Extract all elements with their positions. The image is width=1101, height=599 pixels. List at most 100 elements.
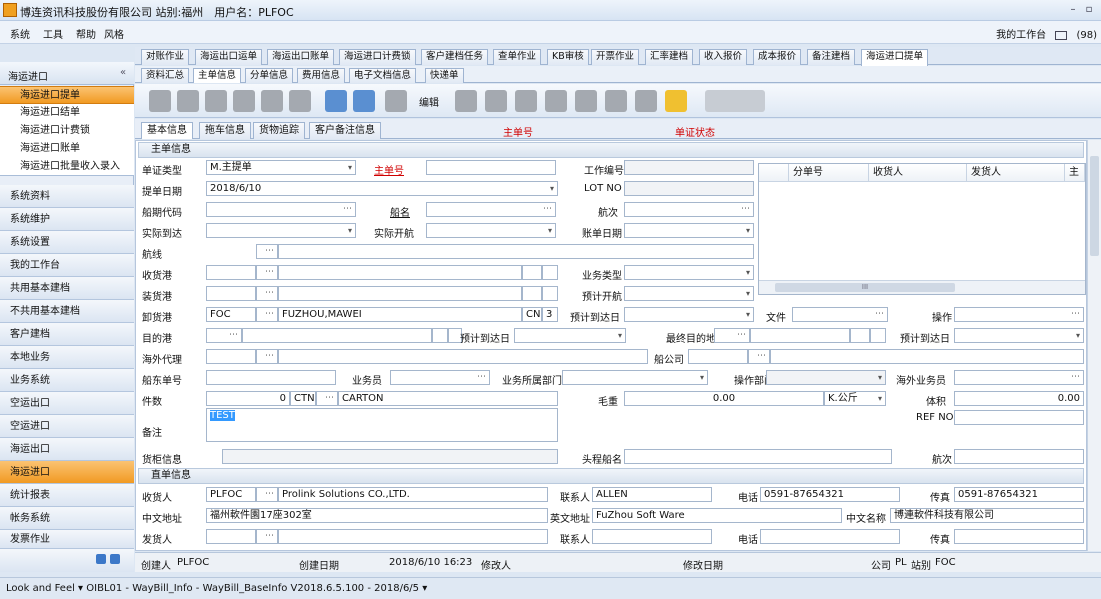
tab-remarks[interactable]: 客户备注信息 bbox=[309, 122, 381, 139]
op-dept-select[interactable] bbox=[766, 370, 886, 385]
tab-doc-6[interactable]: KB审核 bbox=[547, 49, 589, 65]
tab-summary[interactable]: 资料汇总 bbox=[141, 68, 190, 83]
receiver-lookup[interactable] bbox=[256, 487, 278, 502]
weight-unit-select[interactable]: K.公斤 bbox=[824, 391, 886, 406]
discharge-port-lookup[interactable] bbox=[256, 307, 278, 322]
sidebar-cat-6[interactable]: 客户建档 bbox=[0, 323, 134, 346]
load-port-code[interactable] bbox=[206, 286, 256, 301]
search-icon[interactable] bbox=[289, 90, 311, 112]
grid3-icon[interactable] bbox=[545, 90, 567, 112]
shipper-code[interactable] bbox=[206, 529, 256, 544]
overseas-agent-code[interactable] bbox=[206, 349, 256, 364]
ship-code-input[interactable] bbox=[206, 202, 356, 217]
sidebar-cat-0[interactable]: 系统资料 bbox=[0, 185, 134, 208]
receive-port-country-no[interactable] bbox=[542, 265, 558, 280]
final-eta-input[interactable] bbox=[954, 328, 1084, 343]
sidebar-subitem-bill[interactable]: 海运进口账单 bbox=[0, 140, 134, 158]
tab-doc-1[interactable]: 海运出口运单 bbox=[195, 49, 263, 65]
fax2-input[interactable] bbox=[954, 529, 1084, 544]
minimize-button[interactable]: – bbox=[1066, 2, 1080, 18]
tab-doc-12[interactable]: 海运进口提单 bbox=[861, 49, 929, 66]
voyage-input[interactable] bbox=[624, 202, 754, 217]
tab-house[interactable]: 分单信息 bbox=[245, 68, 294, 83]
sidebar-subitem-batch[interactable]: 海运进口批量收入录入 bbox=[0, 158, 134, 176]
sidebar-subitem-lock[interactable]: 海运进口计费锁 bbox=[0, 122, 134, 140]
sidebar-cat-7[interactable]: 本地业务 bbox=[0, 346, 134, 369]
sidebar-cat-8[interactable]: 业务系统 bbox=[0, 369, 134, 392]
mail-icon[interactable] bbox=[1055, 30, 1068, 40]
add-icon[interactable] bbox=[149, 90, 171, 112]
sidebar-cat-5[interactable]: 不共用基本建档 bbox=[0, 300, 134, 323]
sidebar-cat-15[interactable]: 发票作业 bbox=[0, 530, 134, 549]
load-port-country[interactable] bbox=[522, 286, 542, 301]
eta-input[interactable] bbox=[624, 307, 754, 322]
list-icon[interactable] bbox=[635, 90, 657, 112]
final-dest-country[interactable] bbox=[850, 328, 870, 343]
ship-east-no-input[interactable] bbox=[206, 370, 336, 385]
sidebar-subitem-bl[interactable]: 海运进口提单 bbox=[0, 86, 134, 104]
tab-doc-4[interactable]: 客户建档任务 bbox=[421, 49, 489, 65]
collapse-icon[interactable]: « bbox=[120, 67, 126, 78]
carrier-name[interactable] bbox=[770, 349, 1084, 364]
menu-help[interactable]: 帮助 bbox=[76, 26, 96, 41]
fax-input[interactable]: 0591-87654321 bbox=[954, 487, 1084, 502]
first-vessel-input[interactable] bbox=[624, 449, 892, 464]
final-dest-name[interactable] bbox=[750, 328, 850, 343]
biz-type-select[interactable] bbox=[624, 265, 754, 280]
receive-port-name[interactable] bbox=[278, 265, 522, 280]
overseas-agent-name[interactable] bbox=[278, 349, 648, 364]
tab-master[interactable]: 主单信息 bbox=[193, 68, 242, 83]
print-icon[interactable] bbox=[385, 90, 407, 112]
actual-arrive-input[interactable] bbox=[206, 223, 356, 238]
discharge-port-name[interactable]: FUZHOU,MAWEI bbox=[278, 307, 522, 322]
phone-input[interactable]: 0591-87654321 bbox=[760, 487, 900, 502]
nav-arrows-icon[interactable] bbox=[705, 90, 765, 112]
tab-doc-2[interactable]: 海运出口账单 bbox=[267, 49, 335, 65]
container-input[interactable] bbox=[222, 449, 558, 464]
final-dest-country-no[interactable] bbox=[870, 328, 886, 343]
vertical-scrollbar[interactable] bbox=[1087, 140, 1101, 551]
grid-header-main[interactable]: 主 bbox=[1065, 164, 1085, 182]
sidebar-subitem-close[interactable]: 海运进口结单 bbox=[0, 104, 134, 122]
trash2-icon[interactable] bbox=[605, 90, 627, 112]
pieces-input[interactable]: 0 bbox=[206, 391, 290, 406]
doc3-icon[interactable] bbox=[261, 90, 283, 112]
tab-doc-7[interactable]: 开票作业 bbox=[591, 49, 640, 65]
overseas-agent-lookup[interactable] bbox=[256, 349, 278, 364]
tab-basic[interactable]: 基本信息 bbox=[141, 122, 193, 139]
doc2-icon[interactable] bbox=[233, 90, 255, 112]
menu-system[interactable]: 系统 bbox=[10, 26, 30, 41]
dest-eta-input[interactable] bbox=[514, 328, 626, 343]
tab-doc-10[interactable]: 成本报价 bbox=[753, 49, 802, 65]
contact-input[interactable]: ALLEN bbox=[592, 487, 712, 502]
shipper-name[interactable] bbox=[278, 529, 548, 544]
first-voyage-input[interactable] bbox=[954, 449, 1084, 464]
remark-textarea[interactable]: TEST bbox=[206, 408, 558, 442]
maximize-button[interactable]: ▫ bbox=[1082, 2, 1096, 18]
sidebar-cat-1[interactable]: 系统维护 bbox=[0, 208, 134, 231]
route-name-input[interactable] bbox=[278, 244, 754, 259]
tab-doc-9[interactable]: 收入报价 bbox=[699, 49, 748, 65]
grid-icon[interactable] bbox=[485, 90, 507, 112]
grid-header-consignee[interactable]: 收货人 bbox=[869, 164, 967, 182]
grid2-icon[interactable] bbox=[515, 90, 537, 112]
volume-input[interactable]: 0.00 bbox=[954, 391, 1084, 406]
pkg-lookup[interactable] bbox=[316, 391, 338, 406]
sidebar-cat-11[interactable]: 海运出口 bbox=[0, 438, 134, 461]
gross-input[interactable]: 0.00 bbox=[624, 391, 824, 406]
discharge-country-no[interactable]: 3 bbox=[542, 307, 558, 322]
trash-icon[interactable] bbox=[575, 90, 597, 112]
lot-no-input[interactable] bbox=[624, 181, 754, 196]
tab-doc-3[interactable]: 海运进口计费锁 bbox=[339, 49, 416, 65]
pkg-name[interactable]: CARTON bbox=[338, 391, 558, 406]
discharge-country[interactable]: CN bbox=[522, 307, 542, 322]
tab-truck[interactable]: 拖车信息 bbox=[199, 122, 251, 139]
sidebar-view2-icon[interactable] bbox=[110, 554, 120, 564]
tab-express[interactable]: 快递单 bbox=[425, 68, 464, 83]
info-icon[interactable] bbox=[665, 90, 687, 112]
cancel-icon[interactable] bbox=[353, 90, 375, 112]
grid-hscroll-thumb[interactable]: III bbox=[775, 283, 955, 292]
operate-input[interactable] bbox=[954, 307, 1084, 322]
tab-doc-8[interactable]: 汇率建档 bbox=[645, 49, 694, 65]
grid-hscroll[interactable]: III bbox=[759, 280, 1085, 294]
